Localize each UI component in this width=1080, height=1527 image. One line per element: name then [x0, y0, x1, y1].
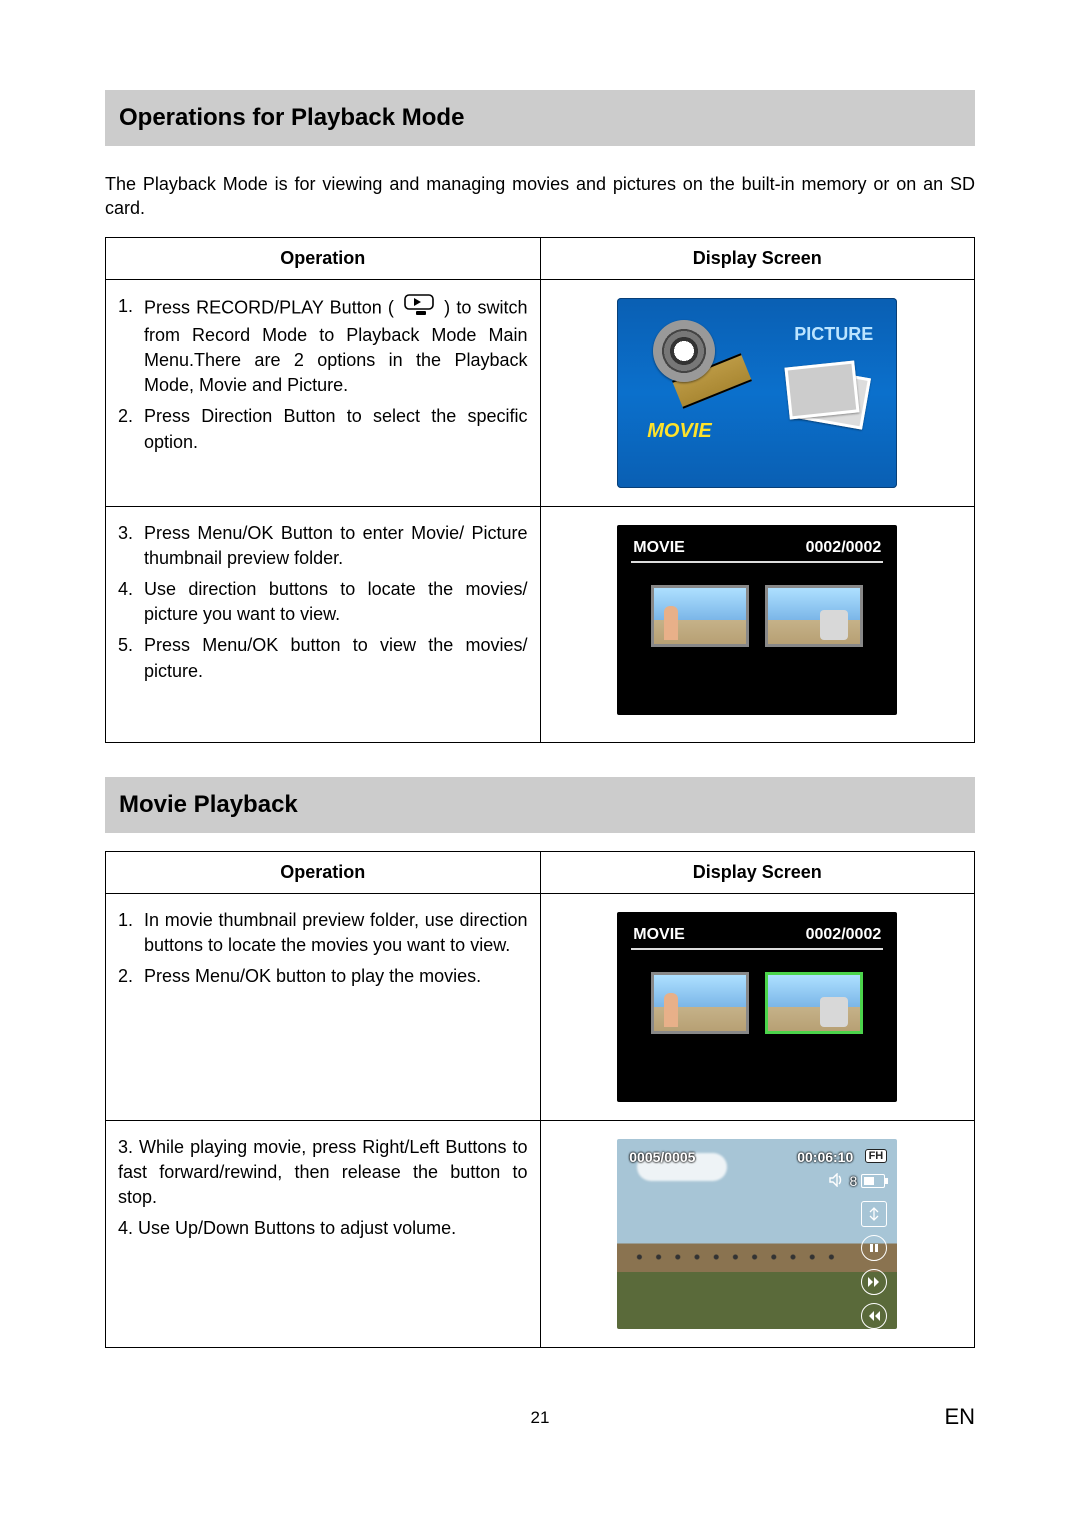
list-item-text: Press Direction Button to select the spe…: [144, 404, 528, 454]
list-item: 2. Press Menu/OK button to play the movi…: [118, 964, 528, 989]
list-item: 4. Use direction buttons to locate the m…: [118, 577, 528, 627]
display-screen-cell: PICTURE MOVIE: [540, 279, 975, 506]
list-item: 4. Use Up/Down Buttons to adjust volume.: [118, 1216, 528, 1241]
screen-playback-main-menu: PICTURE MOVIE: [617, 298, 897, 488]
col-header-display-screen: Display Screen: [540, 237, 975, 279]
label-picture: PICTURE: [794, 324, 873, 345]
table-movie-playback: Operation Display Screen 1. In movie thu…: [105, 851, 975, 1348]
table-row: 1. In movie thumbnail preview folder, us…: [106, 893, 975, 1120]
rewind-icon: [861, 1303, 887, 1329]
operation-cell: 3. While playing movie, press Right/Left…: [106, 1120, 541, 1347]
list-item: 1. In movie thumbnail preview folder, us…: [118, 908, 528, 958]
movie-reel-icon: [653, 320, 727, 394]
display-screen-cell: MOVIE 0002/0002: [540, 506, 975, 742]
operation-cell: 3. Press Menu/OK Button to enter Movie/ …: [106, 506, 541, 742]
hud-index: 0005/0005: [629, 1149, 695, 1165]
screen-counter: 0002/0002: [806, 539, 882, 557]
screen-title: MOVIE: [633, 539, 685, 557]
volume-adjust-icon: [861, 1201, 887, 1227]
crowd-graphic: [625, 1249, 865, 1265]
thumbnail-row: [645, 585, 869, 647]
fast-forward-icon: [861, 1269, 887, 1295]
record-play-button-icon: [404, 294, 434, 323]
list-item-number: 3.: [118, 521, 144, 571]
pause-icon: [861, 1235, 887, 1261]
section-title: Movie Playback: [119, 791, 298, 819]
page-language: EN: [944, 1404, 975, 1430]
screen-movie-thumbnails: MOVIE 0002/0002: [617, 525, 897, 715]
thumbnail-row: [645, 972, 869, 1034]
list-item-text: In movie thumbnail preview folder, use d…: [144, 908, 528, 958]
picture-stack-icon: [783, 362, 869, 426]
table-row: 3. While playing movie, press Right/Left…: [106, 1120, 975, 1347]
list-item-number: 2.: [118, 964, 144, 989]
display-screen-cell: MOVIE 0002/0002: [540, 893, 975, 1120]
list-item: 1. Press RECORD/PLAY Button ( ) to s: [118, 294, 528, 399]
list-item-text: Press RECORD/PLAY Button ( ) to switch f…: [144, 294, 528, 399]
list-item-text: Press Menu/OK Button to enter Movie/ Pic…: [144, 521, 528, 571]
section-heading-movie-playback: Movie Playback: [105, 777, 975, 833]
table-playback-ops: Operation Display Screen 1. Press RECORD…: [105, 237, 975, 743]
list-item: 5. Press Menu/OK button to view the movi…: [118, 633, 528, 683]
thumbnail: [651, 972, 749, 1034]
page-footer: 21 EN: [105, 1408, 975, 1428]
list-item-text: 4. Use Up/Down Buttons to adjust volume.: [118, 1216, 528, 1241]
list-item-text: Press Menu/OK button to play the movies.: [144, 964, 528, 989]
display-screen-cell: 0005/0005 00:06:10 FH 8: [540, 1120, 975, 1347]
list-item-number: 2.: [118, 404, 144, 454]
thumbnail: [765, 585, 863, 647]
section-title: Operations for Playback Mode: [119, 104, 464, 132]
list-item-number: 4.: [118, 577, 144, 627]
col-header-operation: Operation: [106, 237, 541, 279]
hud-elapsed-time: 00:06:10: [797, 1149, 853, 1165]
list-item: 3. While playing movie, press Right/Left…: [118, 1135, 528, 1211]
hud-volume-battery: 8: [829, 1173, 885, 1190]
hud-volume-value: 8: [849, 1173, 857, 1189]
list-item-number: 5.: [118, 633, 144, 683]
list-item-text-pre: Press RECORD/PLAY Button (: [144, 297, 400, 317]
screen-movie-playing: 0005/0005 00:06:10 FH 8: [617, 1139, 897, 1329]
label-movie: MOVIE: [647, 420, 711, 443]
thumbnail-selected: [765, 972, 863, 1034]
col-header-display-screen: Display Screen: [540, 851, 975, 893]
battery-icon: [861, 1174, 885, 1188]
divider-line: [631, 561, 883, 563]
divider-line: [631, 948, 883, 950]
page-number: 21: [105, 1408, 975, 1428]
col-header-operation: Operation: [106, 851, 541, 893]
list-item-text: Press Menu/OK button to view the movies/…: [144, 633, 528, 683]
section-heading-playback-ops: Operations for Playback Mode: [105, 90, 975, 146]
screen-title: MOVIE: [633, 926, 685, 944]
list-item: 3. Press Menu/OK Button to enter Movie/ …: [118, 521, 528, 571]
list-item-number: 1.: [118, 908, 144, 958]
screen-movie-thumbnails-selected: MOVIE 0002/0002: [617, 912, 897, 1102]
list-item: 2. Press Direction Button to select the …: [118, 404, 528, 454]
operation-cell: 1. Press RECORD/PLAY Button ( ) to s: [106, 279, 541, 506]
hud-resolution-badge: FH: [865, 1149, 888, 1163]
table-row: 1. Press RECORD/PLAY Button ( ) to s: [106, 279, 975, 506]
table-row: 3. Press Menu/OK Button to enter Movie/ …: [106, 506, 975, 742]
operation-cell: 1. In movie thumbnail preview folder, us…: [106, 893, 541, 1120]
thumbnail: [651, 585, 749, 647]
section1-intro-text: The Playback Mode is for viewing and man…: [105, 172, 975, 221]
list-item-text: 3. While playing movie, press Right/Left…: [118, 1135, 528, 1211]
list-item-text: Use direction buttons to locate the movi…: [144, 577, 528, 627]
list-item-number: 1.: [118, 294, 144, 399]
volume-icon: [829, 1173, 845, 1190]
hud-icon-column: [861, 1201, 887, 1329]
screen-counter: 0002/0002: [806, 926, 882, 944]
